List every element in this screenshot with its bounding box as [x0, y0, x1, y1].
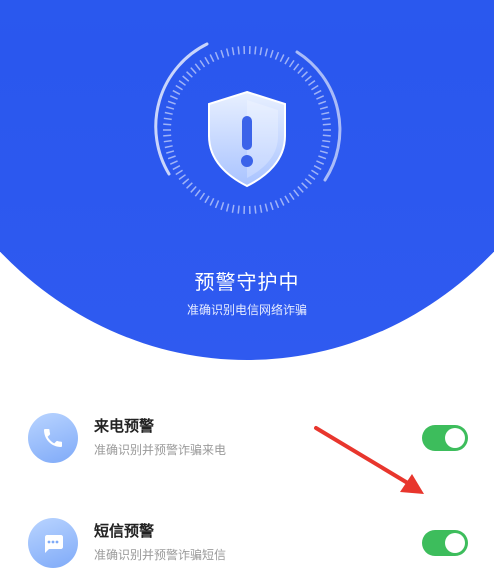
- feature-title: 来电预警: [94, 417, 155, 435]
- annotation-arrow-icon: [314, 426, 424, 494]
- hero-banner: 预警守护中 准确识别电信网络诈骗: [0, 0, 494, 360]
- protection-dial: [147, 30, 347, 230]
- phone-icon: [28, 413, 78, 463]
- sms-alert-toggle[interactable]: [422, 530, 468, 556]
- shield-exclamation-icon: [208, 90, 286, 188]
- hero-subtitle: 准确识别电信网络诈骗: [186, 303, 307, 317]
- feature-title: 短信预警: [94, 522, 155, 540]
- feature-subtitle: 准确识别并预警诈骗来电: [94, 443, 227, 457]
- toggle-knob: [445, 428, 465, 448]
- feature-subtitle: 准确识别并预警诈骗短信: [94, 548, 227, 562]
- toggle-knob: [445, 533, 465, 553]
- message-icon: [28, 518, 78, 568]
- feature-row-sms-alert[interactable]: 短信预警 准确识别并预警诈骗短信: [0, 510, 494, 580]
- hero-title: 预警守护中: [194, 270, 300, 294]
